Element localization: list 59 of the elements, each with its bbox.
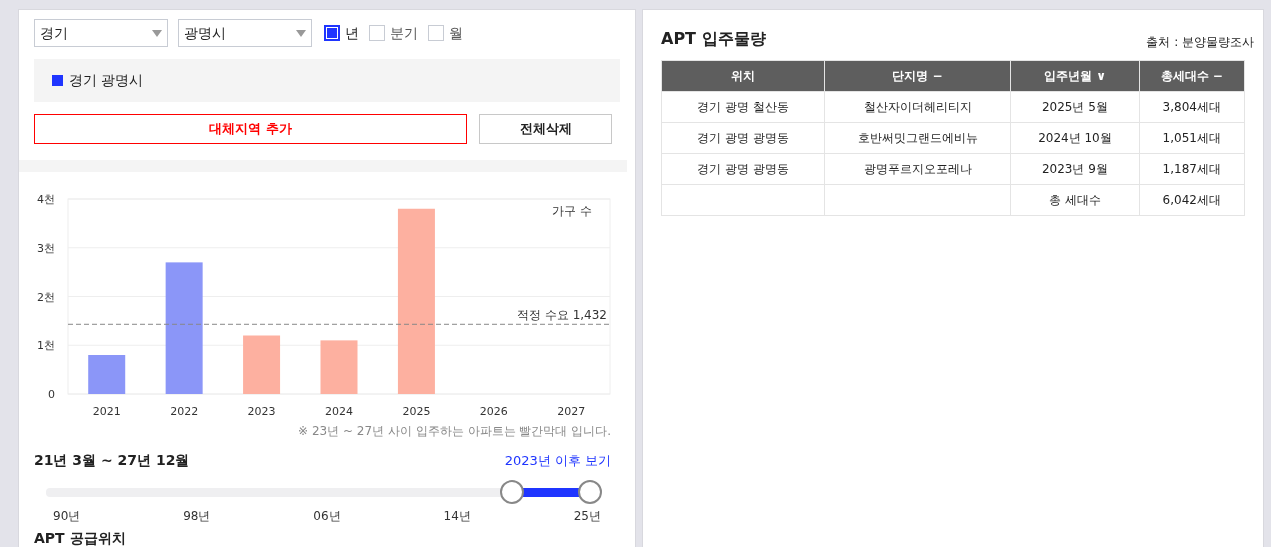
add-region-button[interactable]: 대체지역 추가	[34, 114, 467, 144]
range-slider[interactable]	[46, 480, 601, 504]
axis-label: 2021	[92, 405, 121, 418]
after-2023-link[interactable]: 2023년 이후 보기	[504, 450, 611, 471]
table-cell: 경기 광명 철산동	[661, 91, 825, 123]
axis-label: 2022	[170, 405, 199, 418]
table-cell: 광명푸르지오포레나	[824, 153, 1011, 185]
slider-tick-label: 25년	[573, 508, 601, 525]
axis-label: 3천	[37, 241, 55, 255]
table-cell: 호반써밋그랜드에비뉴	[824, 122, 1011, 154]
clear-all-button[interactable]: 전체삭제	[479, 114, 612, 144]
region-label: 경기 광명시	[69, 71, 144, 90]
table-cell: 경기 광명 광명동	[661, 122, 825, 154]
table-cell: 2023년 9월	[1010, 153, 1140, 185]
caret-icon	[296, 29, 306, 37]
column-header[interactable]: 입주년월 ∨	[1010, 60, 1140, 92]
slider-tick-label: 98년	[183, 508, 211, 525]
period-checkbox[interactable]: 월	[428, 22, 463, 44]
caret-icon	[152, 29, 162, 37]
slider-tick-label: 06년	[313, 508, 341, 525]
bar	[88, 355, 126, 394]
period-checkbox[interactable]: 분기	[369, 22, 418, 44]
table-cell: 경기 광명 광명동	[661, 153, 825, 185]
axis-label: 2026	[479, 405, 508, 418]
table-cell: 총 세대수	[1010, 184, 1140, 216]
axis-label: 1천	[37, 339, 55, 353]
section-title: APT 공급위치	[34, 530, 126, 546]
demand-label: 적정 수요 1,432	[517, 308, 607, 323]
column-header[interactable]: 위치	[661, 60, 825, 92]
range-label: 21년 3월 ~ 27년 12월	[34, 451, 190, 470]
bar	[320, 340, 358, 394]
table-cell: 3,804세대	[1139, 91, 1245, 123]
axis-label: 0	[48, 388, 55, 401]
column-header[interactable]: 단지명 −	[824, 60, 1011, 92]
dropdown[interactable]: 경기	[34, 19, 168, 47]
slider-tick-label: 90년	[53, 508, 81, 525]
slider-handle[interactable]	[577, 480, 602, 504]
table-cell: 철산자이더헤리티지	[824, 91, 1011, 123]
legend-label: 가구 수	[552, 204, 592, 218]
source-label: 출처 : 분양물량조사	[1146, 34, 1254, 51]
table-cell: 2025년 5월	[1010, 91, 1140, 123]
table-title: APT 입주물량	[661, 28, 766, 50]
axis-label: 2025	[402, 405, 431, 418]
slider-handle[interactable]	[500, 480, 525, 504]
period-checkbox[interactable]: 년	[324, 22, 359, 44]
axis-label: 4천	[37, 193, 55, 206]
table-cell: 1,051세대	[1139, 122, 1245, 154]
axis-label: 2027	[557, 405, 586, 418]
chart-note: ※ 23년 ~ 27년 사이 입주하는 아파트는 빨간막대 입니다.	[298, 424, 611, 438]
axis-label: 2023	[247, 405, 276, 418]
column-header[interactable]: 총세대수 −	[1139, 60, 1245, 92]
bar	[243, 335, 281, 394]
table-cell: 1,187세대	[1139, 153, 1245, 185]
axis-label: 2024	[325, 405, 353, 418]
table-cell: 6,042세대	[1139, 184, 1245, 216]
dropdown[interactable]: 광명시	[178, 19, 312, 47]
axis-label: 2천	[37, 290, 55, 304]
slider-tick-label: 14년	[443, 508, 471, 525]
table-cell: 2024년 10월	[1010, 122, 1140, 154]
